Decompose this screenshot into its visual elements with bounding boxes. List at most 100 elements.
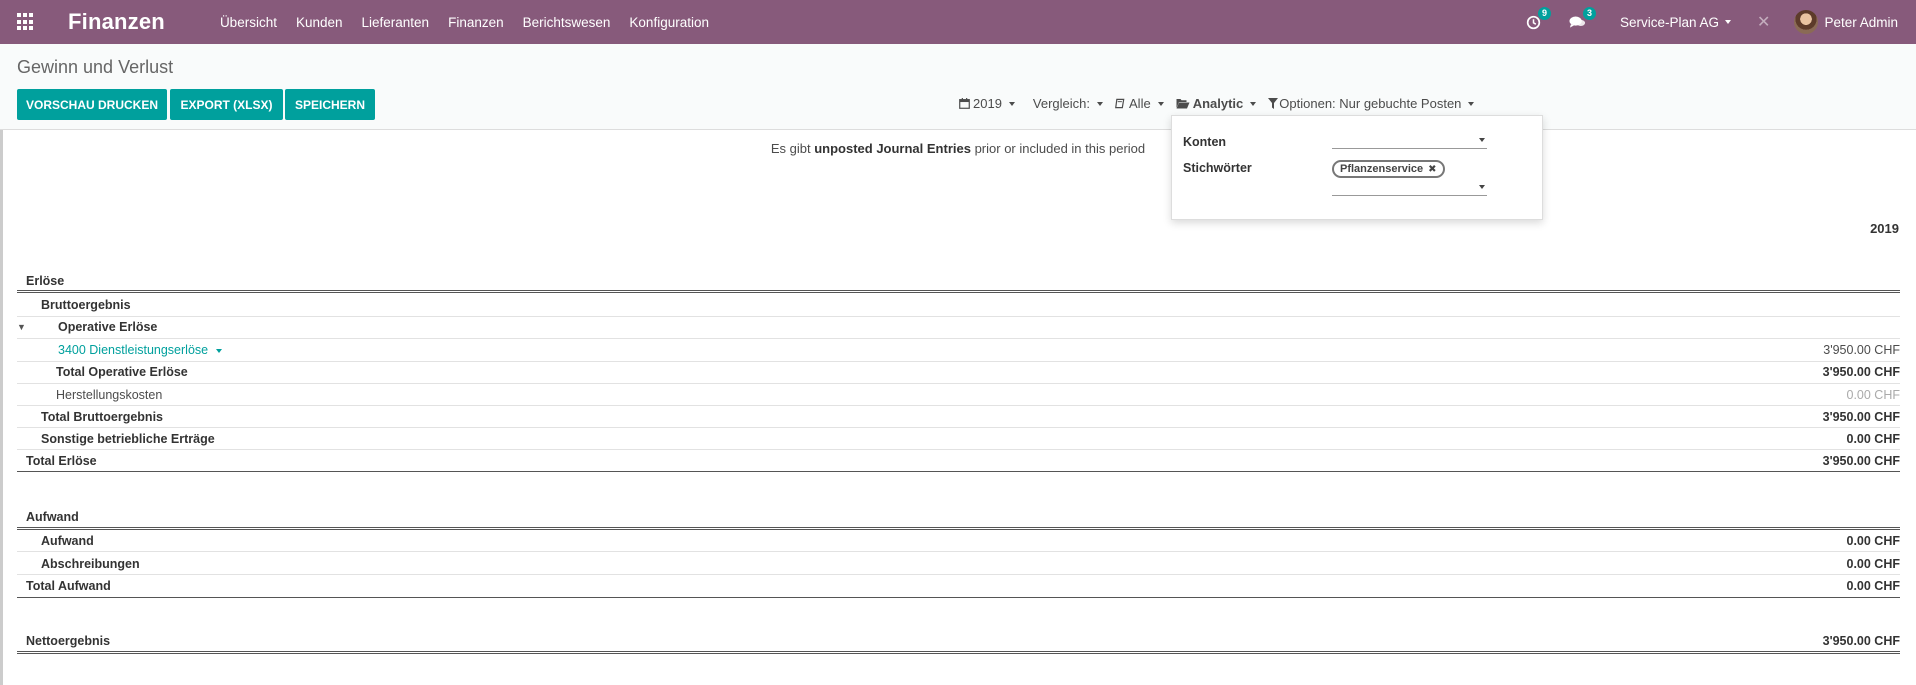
row-value: 3'950.00 CHF bbox=[1823, 343, 1900, 357]
debug-tools-icon[interactable]: ✕ bbox=[1757, 12, 1770, 32]
chevron-down-icon bbox=[1725, 20, 1732, 24]
export-xlsx-button[interactable]: EXPORT (XLSX) bbox=[170, 89, 283, 120]
row-divider bbox=[17, 361, 1900, 362]
chevron-down-icon bbox=[1250, 101, 1257, 106]
chevron-down-icon bbox=[1008, 101, 1015, 106]
tags-label: Stichwörter bbox=[1183, 161, 1252, 175]
menu-item-finance[interactable]: Finanzen bbox=[448, 15, 504, 30]
company-name: Service-Plan AG bbox=[1620, 14, 1720, 30]
menu-item-vendors[interactable]: Lieferanten bbox=[362, 15, 430, 30]
analytic-filter[interactable]: Analytic bbox=[1176, 96, 1257, 111]
account-link[interactable]: 3400 Dienstleistungserlöse bbox=[58, 343, 223, 357]
total-divider bbox=[17, 597, 1900, 598]
journals-filter-label: Alle bbox=[1129, 96, 1151, 111]
chevron-down-icon bbox=[1097, 101, 1104, 106]
comparison-filter[interactable]: Vergleich: bbox=[1032, 96, 1104, 111]
options-filter-label: Optionen: Nur gebuchte Posten bbox=[1279, 96, 1462, 111]
net-result-divider bbox=[17, 651, 1900, 654]
analytic-tag-chip: Pflanzenservice ✖ bbox=[1332, 160, 1445, 178]
row-value: 0.00 CHF bbox=[1846, 432, 1901, 446]
row-value: 0.00 CHF bbox=[1846, 388, 1901, 402]
options-filter[interactable]: Optionen: Nur gebuchte Posten bbox=[1268, 96, 1475, 111]
company-switcher[interactable]: Service-Plan AG bbox=[1620, 14, 1732, 30]
avatar[interactable] bbox=[1794, 10, 1819, 34]
activity-button[interactable]: 9 bbox=[1526, 6, 1551, 30]
analytic-filter-label: Analytic bbox=[1192, 96, 1244, 111]
chevron-down-icon bbox=[1468, 101, 1475, 106]
row-label: Sonstige betriebliche Erträge bbox=[41, 432, 215, 446]
report-filters: 2019 Vergleich: Alle Analytic Optionen: … bbox=[959, 96, 1486, 111]
messages-badge: 3 bbox=[1582, 7, 1596, 20]
account-label: 3400 Dienstleistungserlöse bbox=[58, 343, 209, 357]
notice-strong[interactable]: unposted Journal Entries bbox=[814, 141, 971, 156]
menu-item-overview[interactable]: Übersicht bbox=[220, 15, 277, 30]
calendar-icon bbox=[959, 98, 970, 109]
chevron-down-icon bbox=[1479, 138, 1485, 142]
row-label: Herstellungskosten bbox=[56, 388, 163, 402]
row-label: Total Aufwand bbox=[26, 579, 111, 593]
row-value: 0.00 CHF bbox=[1846, 557, 1901, 571]
row-divider bbox=[17, 551, 1900, 552]
section-divider bbox=[17, 290, 1900, 293]
menu-item-configuration[interactable]: Konfiguration bbox=[629, 15, 709, 30]
row-divider bbox=[17, 427, 1900, 428]
row-value: 3'950.00 CHF bbox=[1822, 410, 1900, 424]
row-divider bbox=[17, 574, 1900, 575]
menu-item-customers[interactable]: Kunden bbox=[296, 15, 343, 30]
notice-suffix: prior or included in this period bbox=[970, 141, 1146, 156]
row-divider bbox=[17, 405, 1900, 406]
main-menu: Übersicht Kunden Lieferanten Finanzen Be… bbox=[220, 15, 728, 30]
row-divider bbox=[17, 338, 1900, 339]
chevron-down-icon bbox=[1479, 185, 1485, 189]
analytic-dropdown: Konten Stichwörter Pflanzenservice ✖ bbox=[1171, 115, 1543, 220]
row-label: Total Bruttoergebnis bbox=[41, 410, 163, 424]
row-value: 0.00 CHF bbox=[1846, 534, 1901, 548]
apps-menu-icon[interactable] bbox=[17, 13, 35, 31]
row-label: Abschreibungen bbox=[41, 557, 140, 571]
analytic-accounts-select[interactable] bbox=[1332, 131, 1487, 149]
unposted-entries-notice: Es gibt unposted Journal Entries prior o… bbox=[0, 141, 1916, 156]
filter-icon bbox=[1268, 98, 1279, 109]
remove-tag-icon[interactable]: ✖ bbox=[1428, 164, 1436, 175]
report-sheet bbox=[3, 130, 1916, 685]
save-button[interactable]: SPEICHERN bbox=[285, 89, 375, 120]
row-divider bbox=[17, 383, 1900, 384]
app-brand: Finanzen bbox=[68, 9, 165, 34]
chevron-down-icon bbox=[1157, 101, 1164, 106]
accounts-label: Konten bbox=[1183, 135, 1227, 149]
notice-prefix: Es gibt bbox=[770, 141, 815, 156]
caret-down-icon[interactable]: ▼ bbox=[17, 322, 26, 332]
book-icon bbox=[1115, 98, 1125, 109]
activity-badge: 9 bbox=[1537, 6, 1551, 20]
page-title: Gewinn und Verlust bbox=[17, 57, 174, 77]
row-label: Aufwand bbox=[26, 510, 79, 524]
row-label: Total Operative Erlöse bbox=[56, 365, 188, 379]
row-label: Aufwand bbox=[41, 534, 94, 548]
analytic-tags-select[interactable] bbox=[1332, 178, 1487, 196]
tag-label: Pflanzenservice bbox=[1340, 163, 1424, 175]
row-value: 3'950.00 CHF bbox=[1822, 365, 1900, 379]
messages-button[interactable]: 3 bbox=[1569, 7, 1596, 29]
section-divider bbox=[17, 527, 1900, 530]
navbar-systray: 9 3 Service-Plan AG ✕ Peter Admin bbox=[1526, 0, 1916, 44]
chevron-down-icon[interactable] bbox=[216, 348, 223, 353]
column-header-year: 2019 bbox=[1870, 221, 1899, 236]
date-filter-label: 2019 bbox=[973, 96, 1002, 111]
row-value: 0.00 CHF bbox=[1846, 579, 1901, 593]
row-label: Erlöse bbox=[26, 274, 65, 288]
row-label: Operative Erlöse bbox=[58, 320, 158, 334]
row-divider bbox=[17, 449, 1900, 450]
top-navbar: Finanzen Übersicht Kunden Lieferanten Fi… bbox=[0, 0, 1916, 44]
row-divider bbox=[17, 316, 1900, 317]
menu-item-reporting[interactable]: Berichtswesen bbox=[523, 15, 611, 30]
comparison-filter-label: Vergleich: bbox=[1032, 96, 1091, 111]
row-label: Bruttoergebnis bbox=[41, 298, 131, 312]
date-filter[interactable]: 2019 bbox=[959, 96, 1015, 111]
total-divider bbox=[17, 471, 1900, 472]
row-label: Nettoergebnis bbox=[26, 634, 111, 648]
journals-filter[interactable]: Alle bbox=[1115, 96, 1164, 111]
user-name[interactable]: Peter Admin bbox=[1824, 15, 1898, 30]
folder-open-icon bbox=[1176, 99, 1190, 109]
print-preview-button[interactable]: VORSCHAU DRUCKEN bbox=[17, 89, 167, 120]
row-label: Total Erlöse bbox=[26, 454, 97, 468]
